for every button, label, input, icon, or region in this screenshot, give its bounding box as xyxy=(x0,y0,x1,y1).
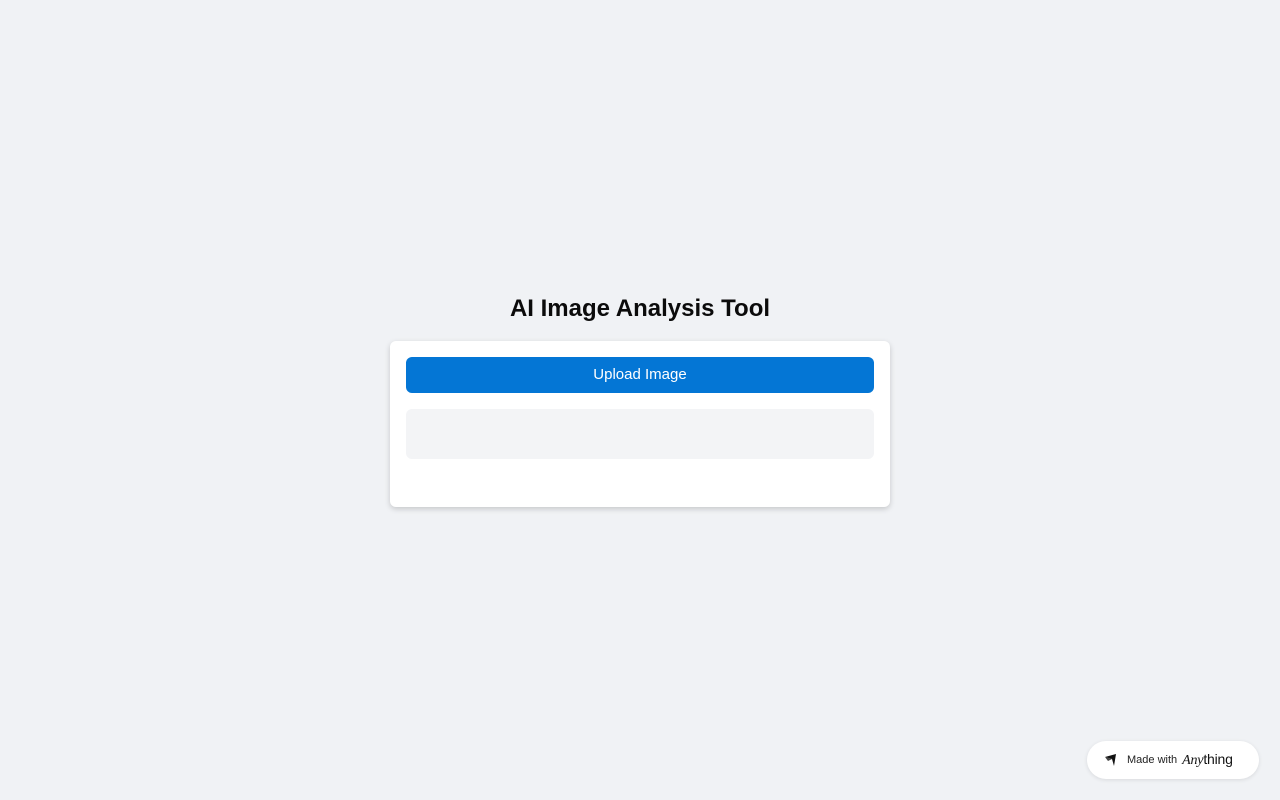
upload-card: Upload Image xyxy=(390,341,890,507)
upload-image-button[interactable]: Upload Image xyxy=(406,357,874,393)
made-with-anything-badge[interactable]: Made with Anything xyxy=(1087,741,1259,779)
made-with-label: Made with xyxy=(1127,754,1178,766)
brand-name: Anything xyxy=(1182,751,1233,769)
page-title: AI Image Analysis Tool xyxy=(509,295,771,322)
brand-name-italic: Any xyxy=(1182,753,1204,768)
anything-logo-icon xyxy=(1104,753,1118,767)
analysis-result-area xyxy=(406,409,874,459)
brand-name-rest: thing xyxy=(1203,751,1233,767)
